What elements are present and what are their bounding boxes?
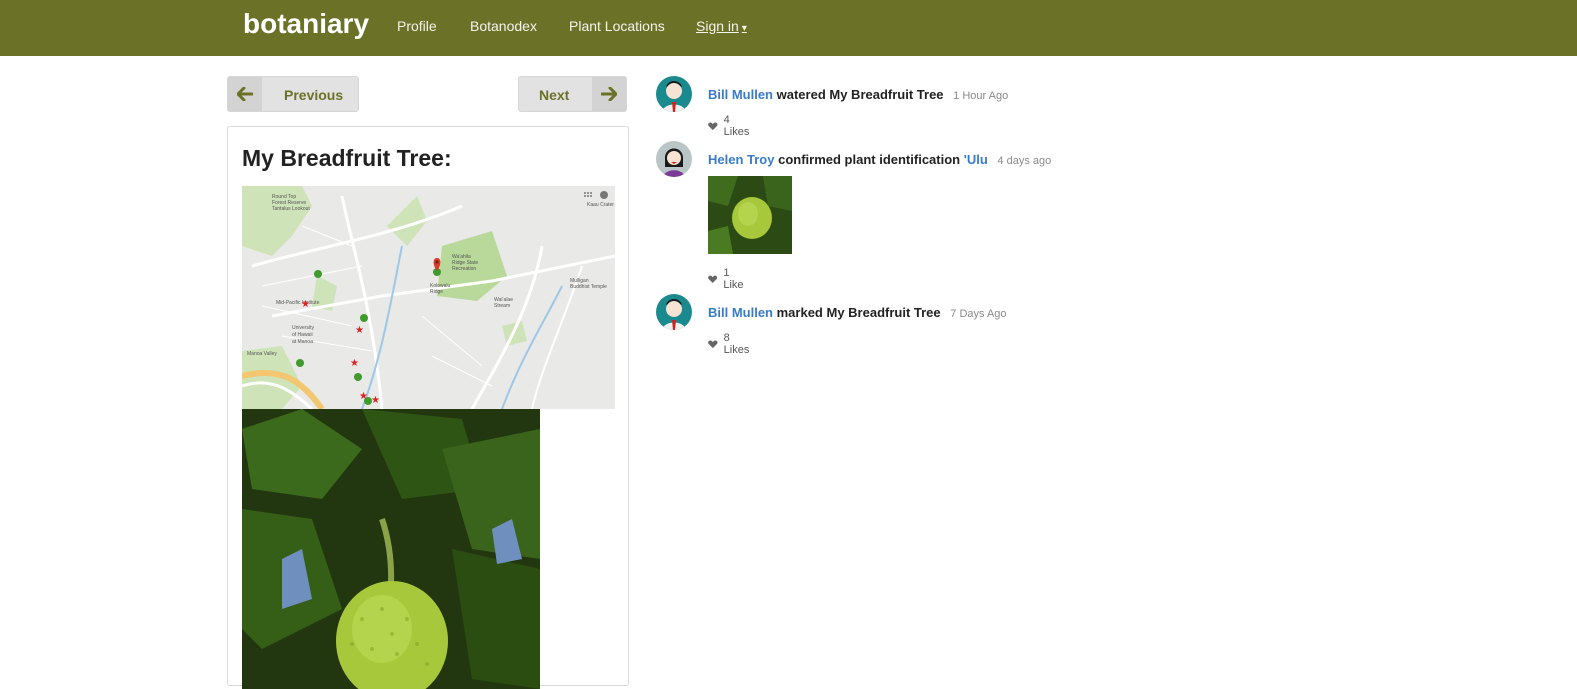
heart-icon [708,121,718,130]
activity-text: Bill Mullen marked My Breadfruit Tree 7 … [708,305,1007,320]
heart-icon [708,339,718,348]
plant-photo [242,409,540,689]
arrow-right-icon [592,77,626,111]
top-navbar: botaniary Profile Botanodex Plant Locati… [0,0,1577,56]
activity-action: marked [776,305,823,320]
plant-link[interactable]: My Breadfruit Tree [827,305,941,320]
plant-link[interactable]: 'Ulu [964,152,988,167]
svg-text:★: ★ [359,391,368,402]
like-count: 1 Like [723,267,744,291]
chevron-down-icon: ▾ [741,23,747,34]
nav-link-botanodex[interactable]: Botanodex [470,18,537,34]
svg-text:of Hawaii: of Hawaii [292,332,313,338]
next-label: Next [539,87,570,103]
svg-text:★: ★ [371,395,380,406]
like-count: 4 Likes [723,114,750,138]
signin-dropdown[interactable]: Sign in ▾ [696,18,747,34]
avatar[interactable] [656,76,692,112]
svg-text:Stream: Stream [494,303,510,309]
previous-button[interactable]: Previous [227,76,359,112]
brand-logo[interactable]: botaniary [243,8,369,40]
identification-photo[interactable] [708,176,792,254]
nav-link-profile[interactable]: Profile [397,18,437,34]
svg-text:Recreation: Recreation [452,266,476,272]
svg-text:at Manoa: at Manoa [292,339,313,345]
activity-action: watered [776,87,826,102]
svg-text:Ridge: Ridge [430,289,443,295]
svg-text:★: ★ [301,299,310,310]
heart-icon [708,275,718,283]
signin-label: Sign in [696,18,739,34]
svg-text:Tantalus Lookout: Tantalus Lookout [272,206,310,212]
svg-text:Waiʻalae: Waiʻalae [494,296,513,303]
like-count: 8 Likes [723,332,750,356]
svg-text:Manoa Valley: Manoa Valley [247,351,277,357]
previous-label: Previous [284,87,344,103]
svg-text:University: University [292,325,314,331]
plant-location-map[interactable]: Round Top Forest Reserve Tantalus Lookou… [242,186,615,409]
activity-action: confirmed plant identification [778,152,961,167]
next-button[interactable]: Next [518,76,627,112]
timestamp: 1 Hour Ago [953,90,1009,102]
plant-link[interactable]: My Breadfruit Tree [829,87,943,102]
like-button[interactable]: 1 Like [708,267,746,291]
svg-text:Kaau Crater: Kaau Crater [587,202,614,208]
svg-text:Mid-Pacific Institute: Mid-Pacific Institute [276,300,320,306]
nav-link-plant-locations[interactable]: Plant Locations [569,18,665,34]
user-link[interactable]: Bill Mullen [708,305,773,320]
plant-title: My Breadfruit Tree: [242,145,452,171]
avatar[interactable] [656,141,692,177]
avatar[interactable] [656,294,692,330]
svg-text:★: ★ [350,358,359,369]
svg-text:★: ★ [355,325,364,336]
like-button[interactable]: 8 Likes [708,332,752,356]
timestamp: 4 days ago [997,155,1052,167]
like-button[interactable]: 4 Likes [708,114,752,138]
timestamp: 7 Days Ago [950,308,1007,320]
activity-text: Helen Troy confirmed plant identificatio… [708,152,1051,167]
activity-text: Bill Mullen watered My Breadfruit Tree 1… [708,87,1008,102]
user-link[interactable]: Helen Troy [708,152,774,167]
svg-text:Buddhist Temple: Buddhist Temple [570,284,607,290]
arrow-left-icon [228,77,262,111]
plant-card: My Breadfruit Tree: Round Top Forest Res… [227,126,629,689]
user-link[interactable]: Bill Mullen [708,87,773,102]
